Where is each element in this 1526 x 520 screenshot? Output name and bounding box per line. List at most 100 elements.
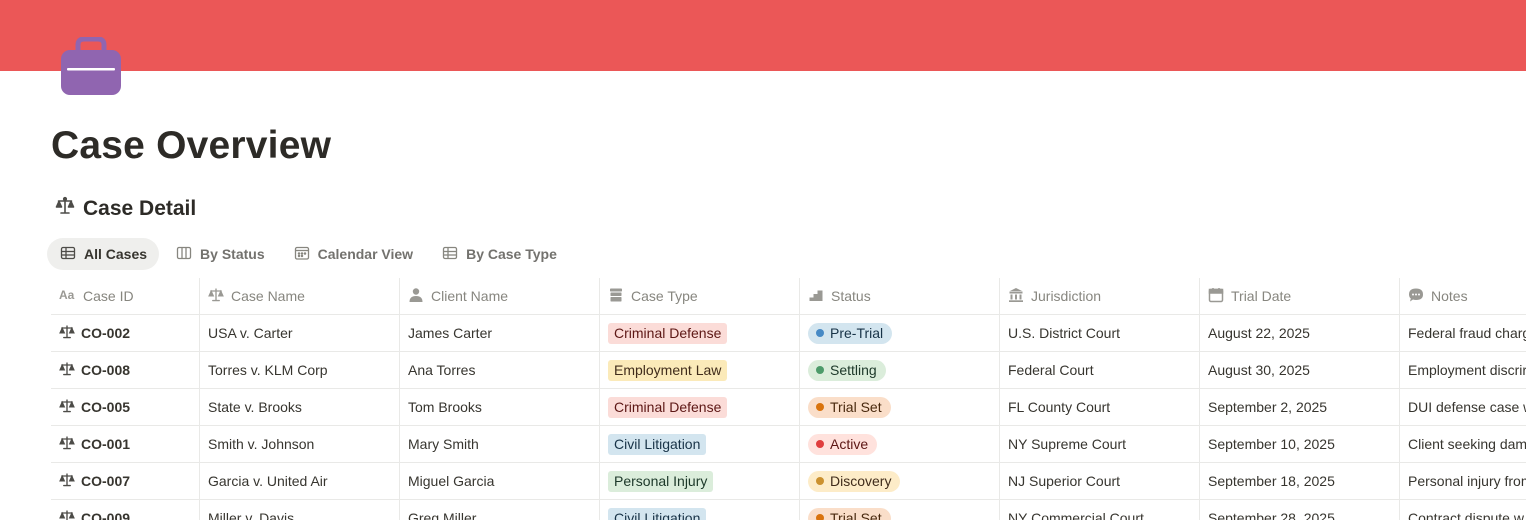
briefcase-icon[interactable] bbox=[58, 36, 124, 97]
notes-cell[interactable]: Personal injury from bbox=[1400, 463, 1526, 499]
status-cell[interactable]: Active bbox=[800, 426, 1000, 462]
tab-all-cases[interactable]: All Cases bbox=[47, 238, 160, 270]
client-name-cell[interactable]: Mary Smith bbox=[400, 426, 600, 462]
case-name-cell[interactable]: Torres v. KLM Corp bbox=[200, 352, 400, 388]
client-name-cell[interactable]: Ana Torres bbox=[400, 352, 600, 388]
column-header-client-name[interactable]: Client Name bbox=[400, 278, 600, 314]
person-icon bbox=[408, 287, 424, 306]
tab-calendar-view[interactable]: Calendar View bbox=[281, 238, 425, 270]
case-name-cell[interactable]: Smith v. Johnson bbox=[200, 426, 400, 462]
table-row[interactable]: CO-005 State v. Brooks Tom Brooks Criminal … bbox=[51, 389, 1526, 426]
jurisdiction-cell[interactable]: U.S. District Court bbox=[1000, 315, 1200, 351]
table-row[interactable]: CO-007 Garcia v. United Air Miguel Garcia P… bbox=[51, 463, 1526, 500]
status-cell[interactable]: Pre-Trial bbox=[800, 315, 1000, 351]
notes-cell[interactable]: DUI defense case w bbox=[1400, 389, 1526, 425]
table-row[interactable]: CO-008 Torres v. KLM Corp Ana Torres Employ… bbox=[51, 352, 1526, 389]
column-header-status[interactable]: Status bbox=[800, 278, 1000, 314]
jurisdiction: U.S. District Court bbox=[1008, 325, 1121, 341]
notes: Employment discrir bbox=[1408, 362, 1526, 378]
trial-date-cell[interactable]: September 10, 2025 bbox=[1200, 426, 1400, 462]
status-label: Trial Set bbox=[830, 510, 882, 520]
column-header-case-id[interactable]: Aa Case ID bbox=[51, 278, 200, 314]
trial-date: September 28, 2025 bbox=[1208, 510, 1335, 520]
status-label: Settling bbox=[830, 362, 877, 378]
case-name-cell[interactable]: Garcia v. United Air bbox=[200, 463, 400, 499]
database-title[interactable]: Case Detail bbox=[55, 196, 196, 221]
column-header-trial-date[interactable]: Trial Date bbox=[1200, 278, 1400, 314]
case-name-cell[interactable]: Miller v. Davis bbox=[200, 500, 400, 520]
case-name: Smith v. Johnson bbox=[208, 436, 315, 452]
jurisdiction-cell[interactable]: Federal Court bbox=[1000, 352, 1200, 388]
client-name: James Carter bbox=[408, 325, 493, 341]
case-id-cell[interactable]: CO-007 bbox=[51, 463, 200, 499]
client-name-cell[interactable]: James Carter bbox=[400, 315, 600, 351]
jurisdiction: NY Supreme Court bbox=[1008, 436, 1127, 452]
column-header-jurisdiction[interactable]: Jurisdiction bbox=[1000, 278, 1200, 314]
client-name: Miguel Garcia bbox=[408, 473, 495, 489]
client-name-cell[interactable]: Greg Miller bbox=[400, 500, 600, 520]
jurisdiction-cell[interactable]: FL County Court bbox=[1000, 389, 1200, 425]
table-row[interactable]: CO-009 Miller v. Davis Greg Miller Civil Li… bbox=[51, 500, 1526, 520]
case-type-cell[interactable]: Criminal Defense bbox=[600, 315, 800, 351]
jurisdiction-cell[interactable]: NY Supreme Court bbox=[1000, 426, 1200, 462]
case-type-cell[interactable]: Civil Litigation bbox=[600, 426, 800, 462]
client-name-cell[interactable]: Tom Brooks bbox=[400, 389, 600, 425]
calendar-icon bbox=[294, 245, 310, 264]
tab-label: Calendar View bbox=[317, 246, 414, 262]
tab-by-case-type[interactable]: By Case Type bbox=[429, 238, 569, 270]
trial-date-cell[interactable]: September 28, 2025 bbox=[1200, 500, 1400, 520]
case-name-cell[interactable]: USA v. Carter bbox=[200, 315, 400, 351]
notes-cell[interactable]: Federal fraud charg bbox=[1400, 315, 1526, 351]
trial-date-cell[interactable]: August 30, 2025 bbox=[1200, 352, 1400, 388]
case-id-cell[interactable]: CO-008 bbox=[51, 352, 200, 388]
status-label: Discovery bbox=[830, 473, 892, 489]
status-dot bbox=[816, 403, 824, 411]
archive-icon bbox=[608, 287, 624, 306]
case-type-cell[interactable]: Personal Injury bbox=[600, 463, 800, 499]
status-cell[interactable]: Discovery bbox=[800, 463, 1000, 499]
jurisdiction-cell[interactable]: NJ Superior Court bbox=[1000, 463, 1200, 499]
case-name: Torres v. KLM Corp bbox=[208, 362, 328, 378]
tab-by-status[interactable]: By Status bbox=[163, 238, 277, 270]
case-id: CO-001 bbox=[81, 436, 131, 452]
notes: Client seeking dam bbox=[1408, 436, 1526, 452]
status-badge: Active bbox=[808, 433, 878, 455]
status-cell[interactable]: Settling bbox=[800, 352, 1000, 388]
column-header-case-name[interactable]: Case Name bbox=[200, 278, 400, 314]
table-row[interactable]: CO-001 Smith v. Johnson Mary Smith Civil Li… bbox=[51, 426, 1526, 463]
notes-cell[interactable]: Client seeking dam bbox=[1400, 426, 1526, 462]
case-type-cell[interactable]: Criminal Defense bbox=[600, 389, 800, 425]
case-type-cell[interactable]: Employment Law bbox=[600, 352, 800, 388]
case-id: CO-008 bbox=[81, 362, 131, 378]
status-dot bbox=[816, 477, 824, 485]
status-badge: Trial Set bbox=[808, 396, 891, 418]
trial-date-cell[interactable]: September 18, 2025 bbox=[1200, 463, 1400, 499]
jurisdiction-cell[interactable]: NY Commercial Court bbox=[1000, 500, 1200, 520]
case-id-cell[interactable]: CO-009 bbox=[51, 500, 200, 520]
column-header-notes[interactable]: Notes bbox=[1400, 278, 1526, 314]
page-title[interactable]: Case Overview bbox=[51, 124, 331, 168]
jurisdiction: Federal Court bbox=[1008, 362, 1094, 378]
case-id-cell[interactable]: CO-005 bbox=[51, 389, 200, 425]
column-header-case-type[interactable]: Case Type bbox=[600, 278, 800, 314]
trial-date-cell[interactable]: August 22, 2025 bbox=[1200, 315, 1400, 351]
table-row[interactable]: CO-002 USA v. Carter James Carter Criminal … bbox=[51, 315, 1526, 352]
notes-cell[interactable]: Employment discrir bbox=[1400, 352, 1526, 388]
status-cell[interactable]: Trial Set bbox=[800, 500, 1000, 520]
page-cover[interactable] bbox=[0, 0, 1526, 71]
case-id-cell[interactable]: CO-001 bbox=[51, 426, 200, 462]
case-name-cell[interactable]: State v. Brooks bbox=[200, 389, 400, 425]
trial-date-cell[interactable]: September 2, 2025 bbox=[1200, 389, 1400, 425]
trial-date: September 10, 2025 bbox=[1208, 436, 1335, 452]
case-id-cell[interactable]: CO-002 bbox=[51, 315, 200, 351]
stairs-icon bbox=[808, 287, 824, 306]
case-name: USA v. Carter bbox=[208, 325, 293, 341]
jurisdiction: FL County Court bbox=[1008, 399, 1111, 415]
database-title-text: Case Detail bbox=[83, 196, 197, 220]
case-type-cell[interactable]: Civil Litigation bbox=[600, 500, 800, 520]
board-icon bbox=[176, 245, 192, 264]
status-cell[interactable]: Trial Set bbox=[800, 389, 1000, 425]
tab-label: All Cases bbox=[84, 246, 148, 262]
client-name-cell[interactable]: Miguel Garcia bbox=[400, 463, 600, 499]
notes-cell[interactable]: Contract dispute w bbox=[1400, 500, 1526, 520]
